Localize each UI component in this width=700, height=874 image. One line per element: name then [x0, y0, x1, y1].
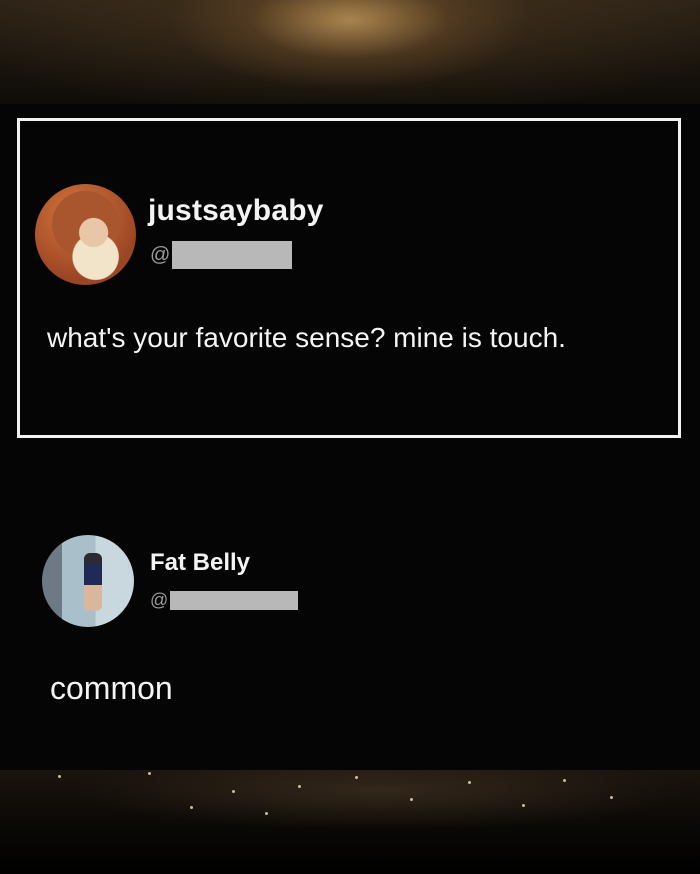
- handle-at-sign: @: [150, 243, 171, 266]
- tweet-author-handle: @: [150, 241, 293, 269]
- tweet-text: what's your favorite sense? mine is touc…: [47, 322, 566, 353]
- bokeh-light: [298, 785, 301, 788]
- avatar-figure: [84, 553, 102, 611]
- bokeh-light: [190, 806, 193, 809]
- bokeh-light: [468, 781, 471, 784]
- reply-text: common: [50, 670, 173, 706]
- bokeh-light: [522, 804, 525, 807]
- bokeh-light: [58, 775, 61, 778]
- bokeh-light: [410, 798, 413, 801]
- handle-at-sign: @: [150, 590, 169, 610]
- bokeh-light: [148, 772, 151, 775]
- bokeh-light: [563, 779, 566, 782]
- bokeh-light: [610, 796, 613, 799]
- reply-author-avatar[interactable]: [42, 535, 134, 627]
- tweet-author-avatar[interactable]: [35, 184, 136, 285]
- bokeh-light: [265, 812, 268, 815]
- redacted-handle: [170, 591, 299, 610]
- bokeh-light: [232, 790, 235, 793]
- original-tweet-card: [17, 118, 681, 438]
- redacted-handle: [172, 241, 293, 269]
- bokeh-light: [355, 776, 358, 779]
- blurred-background-top: [0, 0, 700, 104]
- reply-author-handle: @: [150, 590, 299, 611]
- blurred-background-bottom: [0, 770, 700, 874]
- reply-author-name[interactable]: Fat Belly: [150, 549, 250, 577]
- tweet-author-name[interactable]: justsaybaby: [148, 194, 324, 228]
